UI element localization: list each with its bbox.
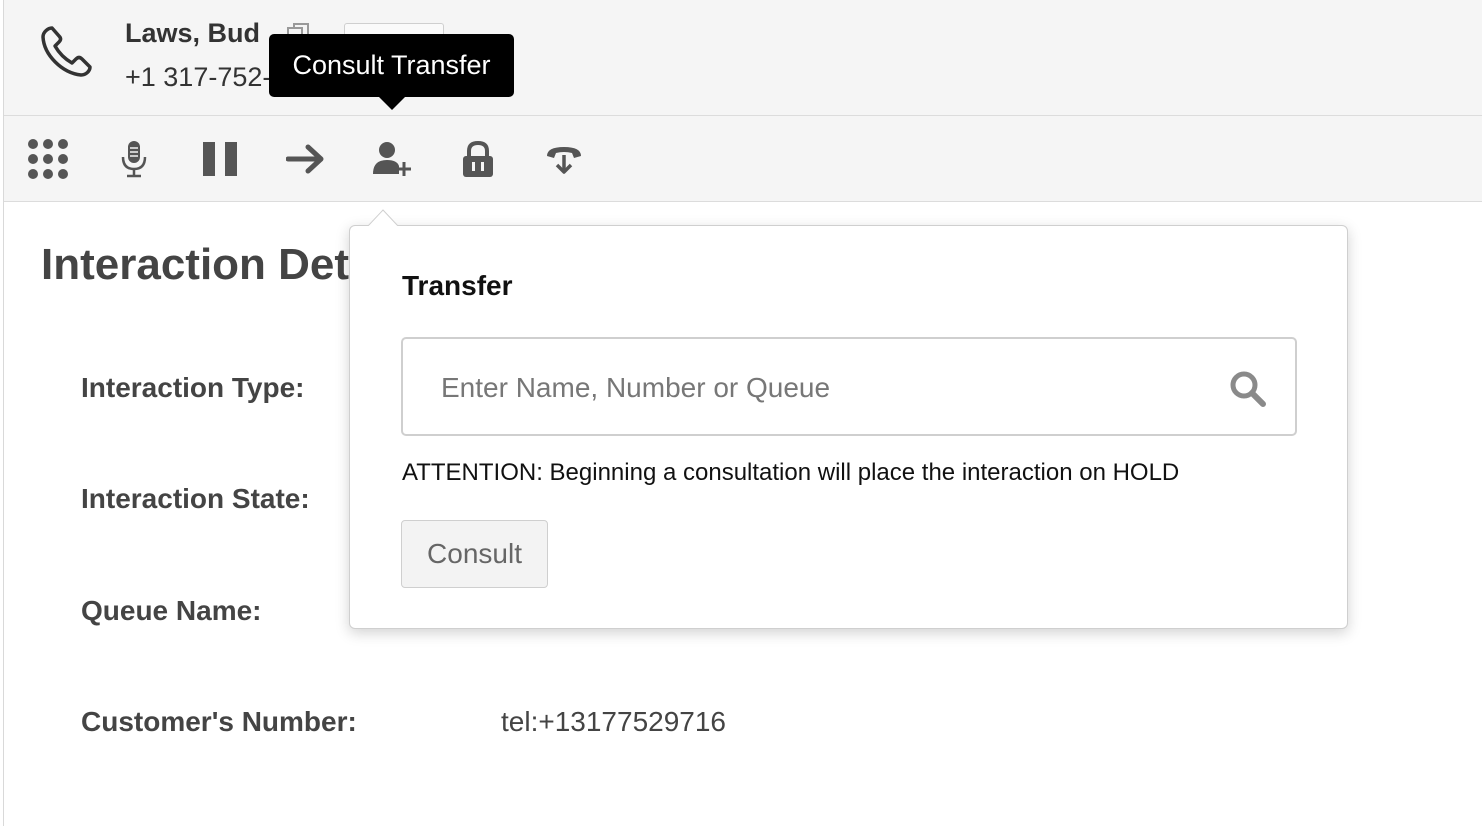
consult-transfer-tooltip: Consult Transfer	[269, 34, 514, 110]
popover-title: Transfer	[402, 270, 513, 301]
mute-button[interactable]	[108, 134, 160, 184]
attention-message: ATTENTION: Beginning a consultation will…	[402, 459, 1180, 486]
dialpad-icon	[28, 139, 68, 179]
interaction-type-label: Interaction Type:	[81, 372, 305, 403]
popover-arrow	[368, 209, 398, 226]
dialpad-button[interactable]	[22, 134, 74, 184]
add-person-icon	[373, 142, 411, 176]
queue-name-label: Queue Name:	[81, 595, 262, 626]
customer-number-value: tel:+13177529716	[501, 706, 726, 737]
secure-button[interactable]	[452, 134, 504, 184]
page-title: Interaction Deta	[41, 240, 374, 289]
blind-transfer-button[interactable]	[280, 134, 332, 184]
transfer-search-input[interactable]	[439, 339, 1223, 436]
pause-icon	[203, 142, 237, 176]
lock-icon	[463, 140, 493, 177]
contact-name: Laws, Bud	[125, 18, 261, 48]
microphone-icon	[121, 141, 147, 178]
hangup-icon	[547, 147, 581, 174]
arrow-right-icon	[286, 144, 324, 174]
phone-icon	[41, 26, 92, 77]
park-button[interactable]	[538, 134, 590, 184]
interaction-state-label: Interaction State:	[81, 483, 310, 514]
transfer-search-box	[401, 337, 1297, 436]
call-toolbar	[4, 116, 1482, 202]
consult-button[interactable]: Consult	[401, 520, 548, 588]
customer-number-label: Customer's Number:	[81, 706, 357, 737]
call-header: Laws, Bud +1 317-752-	[4, 0, 1482, 116]
hold-button[interactable]	[194, 134, 246, 184]
consult-transfer-button[interactable]	[366, 134, 418, 184]
transfer-popover: Transfer ATTENTION: Beginning a consulta…	[349, 225, 1348, 629]
interaction-panel: Laws, Bud +1 317-752- Consult Transfer I…	[3, 0, 1482, 826]
contact-number: +1 317-752-	[125, 62, 272, 92]
search-icon[interactable]	[1229, 370, 1267, 408]
